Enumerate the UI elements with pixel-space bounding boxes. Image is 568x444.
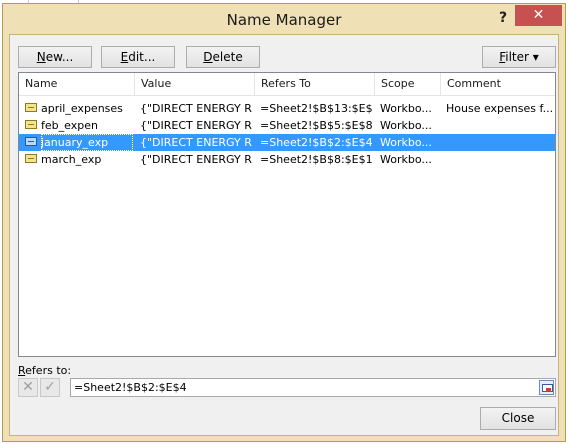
help-button[interactable]: ? bbox=[493, 8, 513, 28]
filter-button[interactable]: Filter ▾ bbox=[482, 46, 556, 68]
edit-button-label: dit... bbox=[128, 50, 156, 64]
row-scope: Workbo... bbox=[380, 102, 432, 115]
row-name: feb_expen bbox=[41, 119, 98, 132]
refers-to-label-text: efers to: bbox=[25, 364, 72, 377]
row-refers-to: =Sheet2!$B$13:$E$... bbox=[260, 102, 372, 115]
row-name: april_expenses bbox=[41, 102, 123, 115]
row-value: {"DIRECT ENERGY R... bbox=[140, 119, 252, 132]
row-scope: Workbo... bbox=[380, 136, 432, 149]
title-bar[interactable]: Name Manager ? ✕ bbox=[3, 4, 565, 34]
named-range-icon bbox=[25, 137, 37, 146]
row-comment bbox=[446, 151, 552, 168]
new-button-mnemonic: N bbox=[36, 50, 46, 64]
new-button[interactable]: New... bbox=[18, 46, 92, 68]
row-value: {"DIRECT ENERGY R... bbox=[140, 136, 252, 149]
row-comment bbox=[446, 117, 552, 134]
named-range-icon bbox=[25, 103, 37, 112]
row-refers-to: =Sheet2!$B$5:$E$8 bbox=[260, 119, 372, 132]
column-header-scope[interactable]: Scope bbox=[375, 73, 441, 95]
list-row-january-exp[interactable]: january_exp {"DIRECT ENERGY R... =Sheet2… bbox=[19, 134, 555, 151]
delete-button[interactable]: Delete bbox=[186, 46, 260, 68]
row-scope: Workbo... bbox=[380, 153, 432, 166]
filter-button-label: ilter ▾ bbox=[505, 50, 539, 64]
list-row-march-exp[interactable]: march_exp {"DIRECT ENERGY R... =Sheet2!$… bbox=[19, 151, 555, 168]
close-button[interactable]: Close bbox=[480, 407, 556, 430]
cancel-edit-icon[interactable]: ✕ bbox=[18, 378, 38, 397]
dialog-body: New... Edit... Delete Filter ▾ Name Valu… bbox=[9, 34, 559, 436]
row-name: january_exp bbox=[41, 134, 133, 151]
delete-button-mnemonic: D bbox=[203, 50, 213, 64]
refers-to-input[interactable]: =Sheet2!$B$2:$E$4 bbox=[70, 378, 556, 397]
row-comment bbox=[446, 134, 552, 151]
row-refers-to: =Sheet2!$B$8:$E$10 bbox=[260, 153, 372, 166]
confirm-edit-icon[interactable]: ✓ bbox=[40, 378, 60, 397]
list-header: Name Value Refers To Scope Comment bbox=[19, 73, 555, 96]
new-button-label: ew... bbox=[45, 50, 74, 64]
refers-to-value: =Sheet2!$B$2:$E$4 bbox=[74, 381, 187, 394]
names-list[interactable]: Name Value Refers To Scope Comment april… bbox=[18, 72, 556, 357]
dialog-title: Name Manager bbox=[226, 11, 342, 29]
row-comment: House expenses f... bbox=[446, 102, 552, 115]
list-row-feb-expen[interactable]: feb_expen {"DIRECT ENERGY R... =Sheet2!$… bbox=[19, 117, 555, 134]
column-header-comment[interactable]: Comment bbox=[441, 73, 555, 95]
refers-to-label: Refers to: bbox=[18, 364, 71, 377]
close-icon[interactable]: ✕ bbox=[515, 5, 562, 26]
named-range-icon bbox=[25, 154, 37, 163]
edit-button[interactable]: Edit... bbox=[101, 46, 175, 68]
row-refers-to: =Sheet2!$B$2:$E$4 bbox=[260, 136, 372, 149]
column-header-value[interactable]: Value bbox=[135, 73, 255, 95]
delete-button-label: elete bbox=[212, 50, 243, 64]
row-value: {"DIRECT ENERGY R... bbox=[140, 102, 252, 115]
collapse-dialog-icon[interactable] bbox=[539, 380, 554, 395]
named-range-icon bbox=[25, 120, 37, 129]
row-scope: Workbo... bbox=[380, 119, 432, 132]
column-header-refers-to[interactable]: Refers To bbox=[255, 73, 375, 95]
column-header-name[interactable]: Name bbox=[19, 73, 135, 95]
row-value: {"DIRECT ENERGY R... bbox=[140, 153, 252, 166]
row-name: march_exp bbox=[41, 153, 102, 166]
list-row-april-expenses[interactable]: april_expenses {"DIRECT ENERGY R... =She… bbox=[19, 100, 555, 117]
name-manager-dialog: Name Manager ? ✕ New... Edit... Delete F… bbox=[2, 3, 566, 442]
